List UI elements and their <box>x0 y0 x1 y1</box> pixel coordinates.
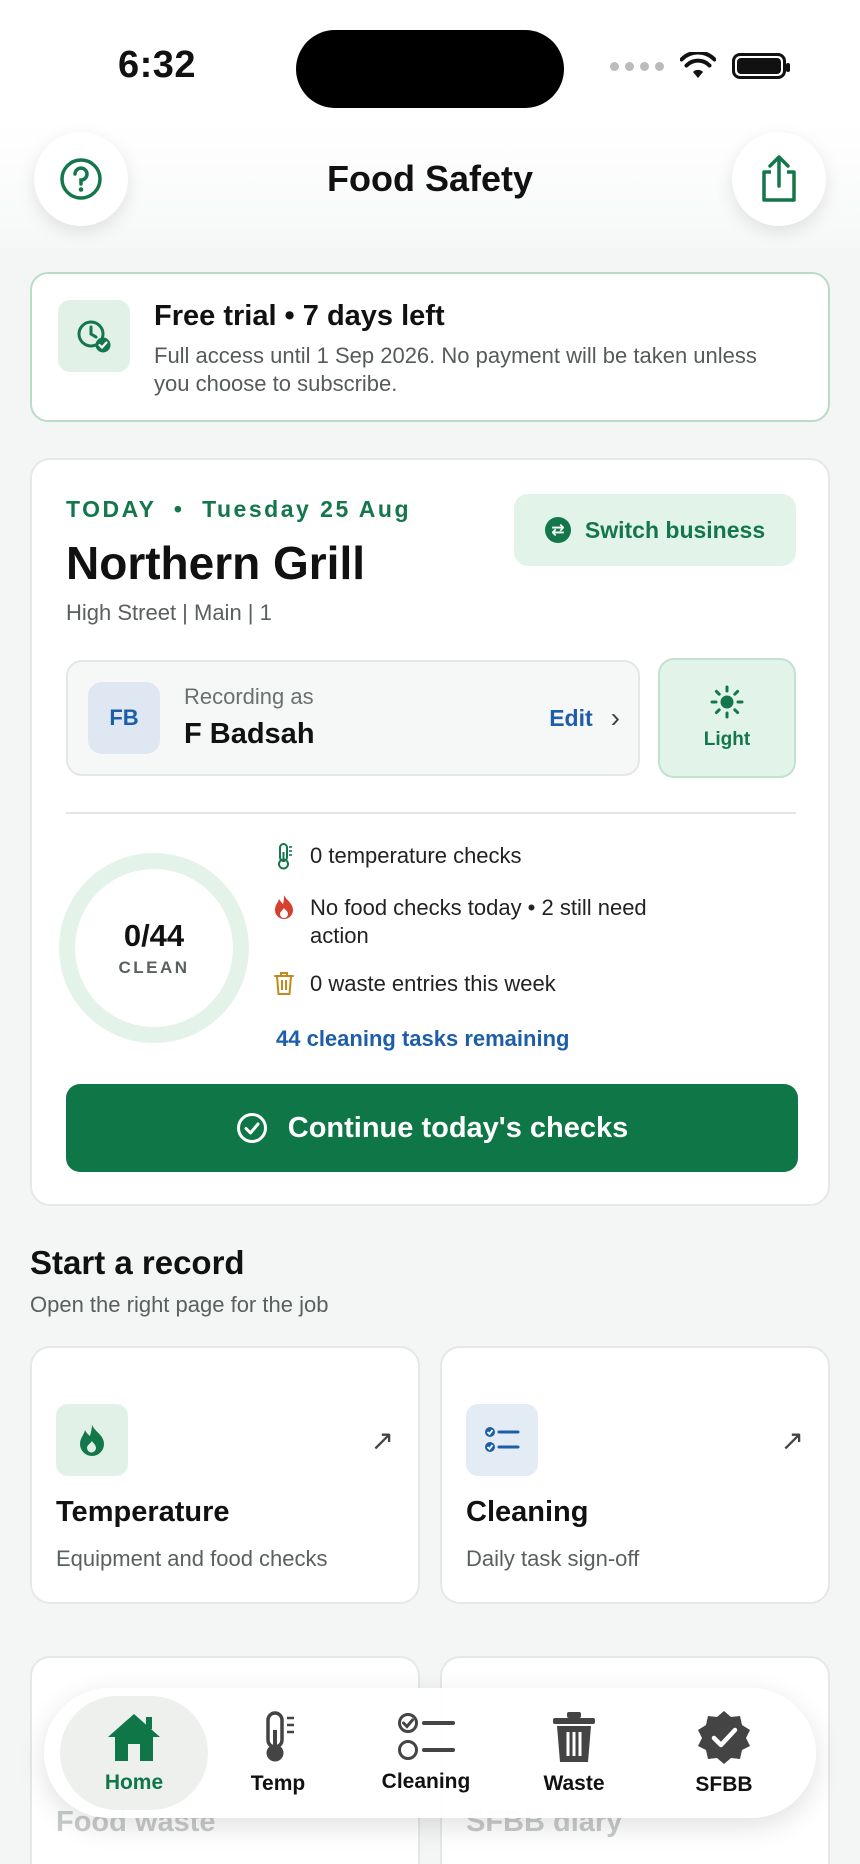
progress-value: 0/44 <box>123 918 185 953</box>
status-bar: 6:32 <box>0 0 860 120</box>
recording-user-name: F Badsah <box>184 718 315 750</box>
tab-label: SFBB <box>695 1773 753 1796</box>
recording-label: Recording as <box>184 684 314 709</box>
business-location: High Street | Main | 1 <box>66 600 272 625</box>
trial-description: Full access until 1 Sep 2026. No payment… <box>154 343 757 396</box>
record-card-title: Cleaning <box>466 1496 589 1528</box>
tab-waste[interactable]: Waste <box>500 1696 648 1810</box>
trash-icon <box>553 1712 595 1762</box>
trial-clock-icon <box>58 300 130 372</box>
record-card-description: Equipment and food checks <box>56 1546 328 1571</box>
waste-stat-text: 0 waste entries this week <box>310 971 556 996</box>
signal-icon <box>610 61 664 71</box>
bottom-tab-bar: Home Temp Cleaning Waste SFBB <box>44 1688 816 1818</box>
avatar: FB <box>88 682 160 754</box>
tab-home[interactable]: Home <box>60 1696 208 1810</box>
switch-business-label: Switch business <box>584 516 766 543</box>
tab-label: Cleaning <box>381 1770 471 1793</box>
badge-check-icon <box>698 1711 750 1764</box>
progress-caption: CLEAN <box>118 958 190 977</box>
continue-checks-button[interactable]: Continue today's checks <box>66 1084 798 1172</box>
check-circle-icon <box>236 1113 267 1143</box>
switch-business-button[interactable]: ⇄ Switch business <box>514 494 796 566</box>
edit-user-button[interactable]: Edit › <box>549 702 620 734</box>
record-card-description: Daily task sign-off <box>466 1546 640 1571</box>
nav-header: Food Safety <box>0 120 860 248</box>
home-icon <box>108 1714 160 1761</box>
share-button[interactable] <box>732 132 826 226</box>
trial-title: Free trial • 7 days left <box>154 300 445 332</box>
temperature-record-card[interactable]: ↗ Temperature Equipment and food checks <box>30 1346 420 1604</box>
tab-label: Waste <box>543 1772 605 1795</box>
temperature-stat: 0 temperature checks <box>272 842 522 870</box>
tab-label: Temp <box>250 1772 306 1795</box>
checklist-icon <box>398 1713 455 1760</box>
battery-icon <box>732 53 790 79</box>
thermometer-icon <box>272 842 296 870</box>
switch-icon: ⇄ <box>544 517 571 543</box>
share-icon <box>762 155 796 202</box>
recording-as-panel[interactable]: FB Recording as F Badsah Edit › <box>66 660 640 776</box>
business-name: Northern Grill <box>66 537 366 589</box>
waste-stat: 0 waste entries this week <box>272 970 556 998</box>
section-title: Start a record <box>30 1244 245 1281</box>
cleaning-record-card[interactable]: ↗ Cleaning Daily task sign-off <box>440 1346 830 1604</box>
cleaning-tasks-link[interactable]: 44 cleaning tasks remaining <box>276 1026 569 1052</box>
section-subtitle: Open the right page for the job <box>30 1292 329 1317</box>
tab-temp[interactable]: Temp <box>204 1696 352 1810</box>
divider <box>66 812 796 814</box>
flame-icon <box>272 894 296 920</box>
free-trial-banner[interactable]: Free trial • 7 days left Full access unt… <box>30 272 830 422</box>
today-date-label: TODAY • Tuesday 25 Aug <box>66 496 411 522</box>
continue-label: Continue today's checks <box>287 1111 629 1144</box>
wifi-icon <box>680 52 716 78</box>
flame-icon <box>56 1404 128 1476</box>
status-icons <box>610 52 790 80</box>
sun-icon <box>710 685 744 719</box>
trash-icon <box>272 970 296 996</box>
tab-cleaning[interactable]: Cleaning <box>352 1696 500 1810</box>
arrow-up-right-icon: ↗ <box>370 1425 394 1456</box>
today-card: TODAY • Tuesday 25 Aug Northern Grill Hi… <box>30 458 830 1206</box>
page-title: Food Safety <box>326 158 533 199</box>
food-stat-text: No food checks today • 2 still need acti… <box>310 895 647 948</box>
temperature-stat-text: 0 temperature checks <box>310 843 522 868</box>
dynamic-island <box>296 30 564 108</box>
food-stat: No food checks today • 2 still need acti… <box>272 894 672 950</box>
tab-sfbb[interactable]: SFBB <box>650 1696 798 1810</box>
chevron-right-icon: › <box>610 702 620 733</box>
status-time: 6:32 <box>118 44 197 86</box>
arrow-up-right-icon: ↗ <box>780 1425 804 1456</box>
checklist-icon <box>466 1404 538 1476</box>
record-card-title: Temperature <box>56 1496 230 1528</box>
theme-label: Light <box>703 729 751 750</box>
theme-toggle-button[interactable]: Light <box>658 658 796 778</box>
tab-label: Home <box>104 1771 164 1794</box>
thermometer-icon <box>266 1711 294 1762</box>
edit-label: Edit <box>549 704 593 731</box>
